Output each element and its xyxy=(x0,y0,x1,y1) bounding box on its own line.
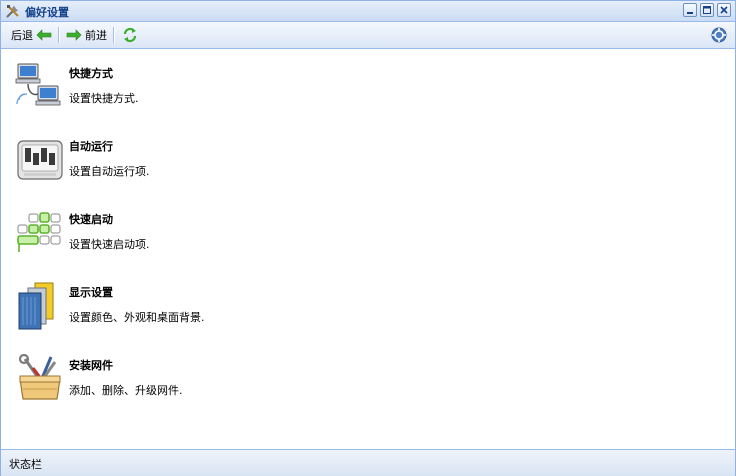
list-item-autorun[interactable]: 自动运行 设置自动运行项. xyxy=(15,135,415,197)
refresh-button[interactable] xyxy=(122,27,138,43)
help-icon xyxy=(711,27,727,43)
close-button[interactable] xyxy=(717,3,731,17)
list-item-display-settings[interactable]: 显示设置 设置颜色、外观和桌面背景. xyxy=(15,281,415,343)
item-title: 自动运行 xyxy=(69,140,113,153)
toolbar-separator xyxy=(58,27,60,43)
quick-launch-grid-icon xyxy=(15,208,65,258)
window-title: 偏好设置 xyxy=(25,6,69,19)
item-title: 快速启动 xyxy=(69,213,113,226)
item-title: 安装网件 xyxy=(69,359,113,372)
display-settings-icon xyxy=(15,281,65,331)
list-item-install-widgets[interactable]: 安装网件 添加、删除、升级网件. xyxy=(15,353,415,416)
toolbar-separator xyxy=(113,27,115,43)
item-description: 设置自动运行项. xyxy=(69,165,150,178)
status-bar: 状态栏 xyxy=(1,449,735,476)
item-description: 设置快捷方式. xyxy=(69,92,139,105)
preferences-window: 偏好设置 后退 前进 快捷方式 设置快捷方式. 自动运行 设置自动运行项. 快速… xyxy=(0,0,736,476)
forward-label: 前进 xyxy=(85,29,107,42)
arrow-left-icon xyxy=(36,29,52,41)
item-title: 快捷方式 xyxy=(69,67,113,80)
item-description: 设置颜色、外观和桌面背景. xyxy=(69,311,205,324)
item-title: 显示设置 xyxy=(69,286,113,299)
arrow-right-icon xyxy=(66,29,82,41)
list-item-quick-launch[interactable]: 快速启动 设置快速启动项. xyxy=(15,208,415,270)
refresh-icon xyxy=(123,27,137,43)
status-text: 状态栏 xyxy=(9,458,42,471)
toolbar: 后退 前进 xyxy=(1,22,735,49)
back-label: 后退 xyxy=(11,29,33,42)
item-description: 设置快速启动项. xyxy=(69,238,150,251)
tools-icon xyxy=(5,3,21,19)
back-button[interactable]: 后退 xyxy=(11,27,52,43)
minimize-button[interactable] xyxy=(683,3,697,17)
list-item-shortcuts[interactable]: 快捷方式 设置快捷方式. xyxy=(15,62,415,124)
title-bar[interactable]: 偏好设置 xyxy=(1,1,735,22)
network-computers-icon xyxy=(15,62,65,112)
minimize-icon xyxy=(687,12,693,14)
maximize-icon xyxy=(703,6,711,14)
item-description: 添加、删除、升级网件. xyxy=(69,384,183,397)
forward-button[interactable]: 前进 xyxy=(66,27,107,43)
close-icon xyxy=(720,6,728,14)
content-panel: 快捷方式 设置快捷方式. 自动运行 设置自动运行项. 快速启动 设置快速启动项.… xyxy=(1,49,735,448)
help-button[interactable] xyxy=(711,27,727,43)
control-panel-icon xyxy=(15,135,65,185)
maximize-button[interactable] xyxy=(700,3,714,17)
toolbox-icon xyxy=(15,353,65,404)
